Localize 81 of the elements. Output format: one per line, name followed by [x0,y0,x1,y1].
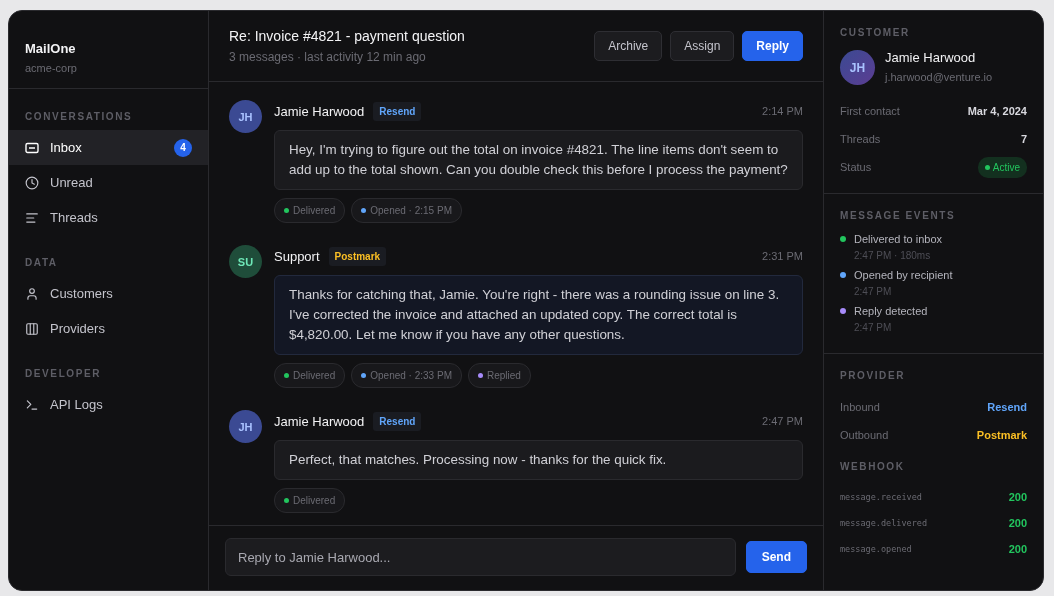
user-icon [25,286,39,301]
event-label: Reply detected [854,305,928,317]
field-value: 7 [1020,133,1027,145]
field-value: Mar 4, 2024 [967,105,1027,117]
nav-item[interactable]: API Logs [9,387,208,422]
status-badge: Active [977,156,1027,178]
status-code: 200 [1008,491,1027,503]
provider-tag: Postmark [328,246,387,266]
provider-tag: Resend [373,411,422,431]
event-pill: Delivered [274,363,346,388]
workspace-name: acme-corp [25,62,78,74]
message-time: 2:14 PM [762,105,803,117]
event-time: 2:47 PM [854,322,893,333]
thread-title: Re: Invoice #4821 - payment question [229,28,466,44]
event-pill: Opened · 2:15 PM [351,198,462,223]
nav-label: Unread [50,175,94,190]
action-button[interactable]: Reply [742,31,803,61]
event-pill: Delivered [274,488,346,513]
section-title: WEBHOOK [840,461,906,472]
avatar: JH [840,50,875,85]
sender-name: Jamie Harwood [274,103,365,119]
webhook-event: message.delivered [840,518,927,528]
avatar: JH [229,410,262,443]
brand-name: MailOne [25,41,77,56]
event-pill: Delivered [274,198,346,223]
provider-name: Postmark [976,429,1027,441]
section-title: CUSTOMER [840,27,911,38]
nav-item[interactable]: Inbox 4 [9,130,208,165]
nav-label: API Logs [50,397,104,412]
send-button[interactable]: Send [745,541,807,573]
field-label: Status [840,161,872,173]
event-pill: Opened · 2:33 PM [351,363,462,388]
status-code: 200 [1008,517,1027,529]
status-code: 200 [1008,543,1027,555]
field-label: Threads [840,133,881,145]
section-title: DATA [24,256,59,270]
field-label: Inbound [840,401,880,413]
section-title: CONVERSATIONS [24,110,134,124]
thread-meta: 3 messages · last activity 12 min ago [229,50,427,64]
nav-item[interactable]: Unread [9,165,208,200]
inbox-icon [25,140,39,155]
reply-field[interactable]: Reply to Jamie Harwood... [225,538,736,576]
nav-item[interactable]: Customers [9,276,208,311]
section-title: MESSAGE EVENTS [840,210,957,221]
nav-label: Inbox [50,140,83,155]
nav-item[interactable]: Threads [9,200,208,235]
sender-name: Jamie Harwood [274,413,365,429]
nav-label: Customers [50,286,114,301]
message-bubble: Thanks for catching that, Jamie. You're right - there was a rounding issue on line 3. I've corrected the invoice and attached an updated copy. The correct total is $4,820.00. Let me know if you have any other questions. [274,275,803,355]
message-bubble: Perfect, that matches. Processing now - thanks for the quick fix. [274,440,803,480]
event-time: 2:47 PM [854,286,893,297]
webhook-event: message.opened [840,544,912,554]
provider-tag: Resend [373,101,422,121]
field-label: Outbound [840,429,889,441]
section-title: PROVIDER [840,370,907,381]
sender-name: Support [274,248,320,264]
action-button[interactable]: Assign [670,31,735,61]
list-icon [25,210,39,225]
nav-label: Providers [50,321,106,336]
provider-name: Resend [987,401,1027,413]
clock-icon [25,175,39,190]
columns-icon [25,321,39,336]
message-time: 2:31 PM [762,250,803,262]
nav-item[interactable]: Providers [9,311,208,346]
customer-name: Jamie Harwood [885,50,977,65]
avatar: JH [229,100,262,133]
action-button[interactable]: Archive [594,31,663,61]
webhook-event: message.received [840,492,922,502]
field-label: First contact [840,105,900,117]
count-badge: 4 [174,138,192,157]
message-time: 2:47 PM [762,415,803,427]
message-bubble: Hey, I'm trying to figure out the total on invoice #4821. The line items don't seem to add up to the total shown. Can you double check this before I process the payment? [274,130,803,190]
section-title: DEVELOPER [24,367,103,381]
event-time: 2:47 PM · 180ms [854,250,932,261]
terminal-icon [25,397,39,412]
event-label: Opened by recipient [854,269,953,281]
event-label: Delivered to inbox [854,233,943,245]
nav-label: Threads [50,210,99,225]
customer-email: j.harwood@venture.io [885,71,993,83]
event-pill: Replied [467,363,531,388]
avatar: SU [229,245,262,278]
